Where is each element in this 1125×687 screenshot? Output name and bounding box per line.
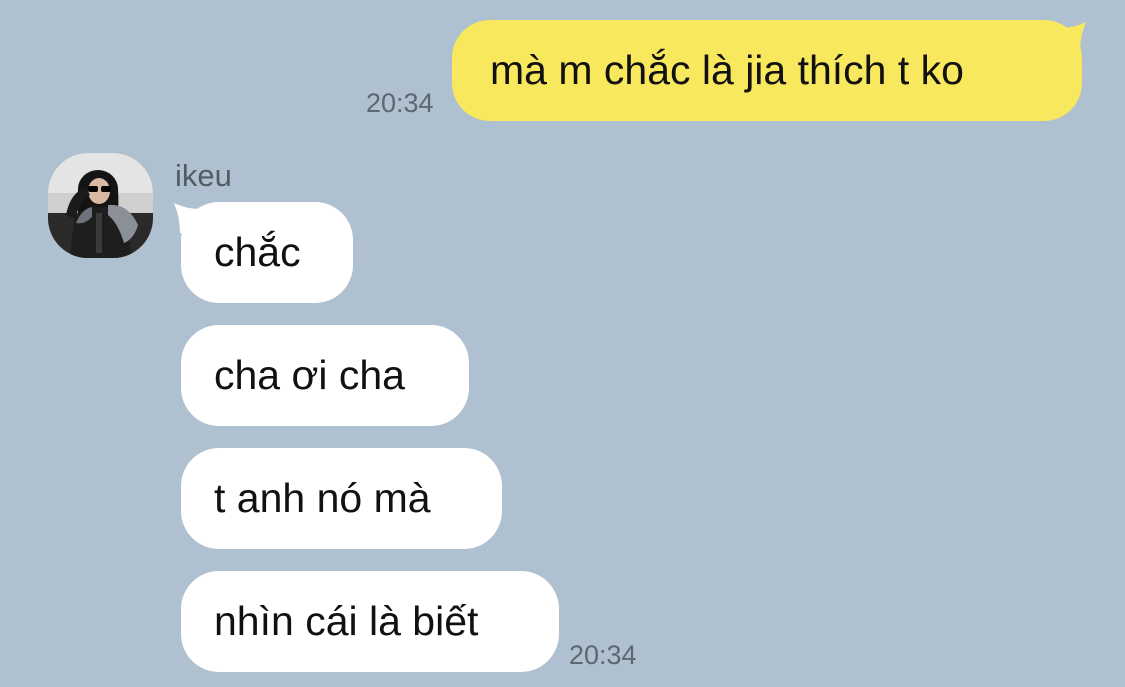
message-text: nhìn cái là biết <box>214 598 479 644</box>
incoming-message-bubble[interactable]: t anh nó mà <box>181 448 502 549</box>
sender-avatar[interactable] <box>48 153 153 258</box>
message-text: cha ơi cha <box>214 352 405 398</box>
message-text: t anh nó mà <box>214 475 431 521</box>
message-timestamp: 20:34 <box>366 88 434 118</box>
sender-name: ikeu <box>175 158 232 193</box>
incoming-message-bubble[interactable]: cha ơi cha <box>181 325 469 426</box>
message-timestamp: 20:34 <box>569 640 637 670</box>
chat-area[interactable]: 20:34 mà m chắc là jia thích t ko ikeu c… <box>0 0 1125 687</box>
message-text: mà m chắc là jia thích t ko <box>490 47 964 93</box>
outgoing-message-bubble[interactable]: mà m chắc là jia thích t ko <box>452 20 1082 121</box>
message-text: chắc <box>214 229 301 275</box>
profile-photo-icon <box>48 153 153 258</box>
incoming-message-bubble[interactable]: nhìn cái là biết <box>181 571 559 672</box>
incoming-message-bubble[interactable]: chắc <box>181 202 353 303</box>
